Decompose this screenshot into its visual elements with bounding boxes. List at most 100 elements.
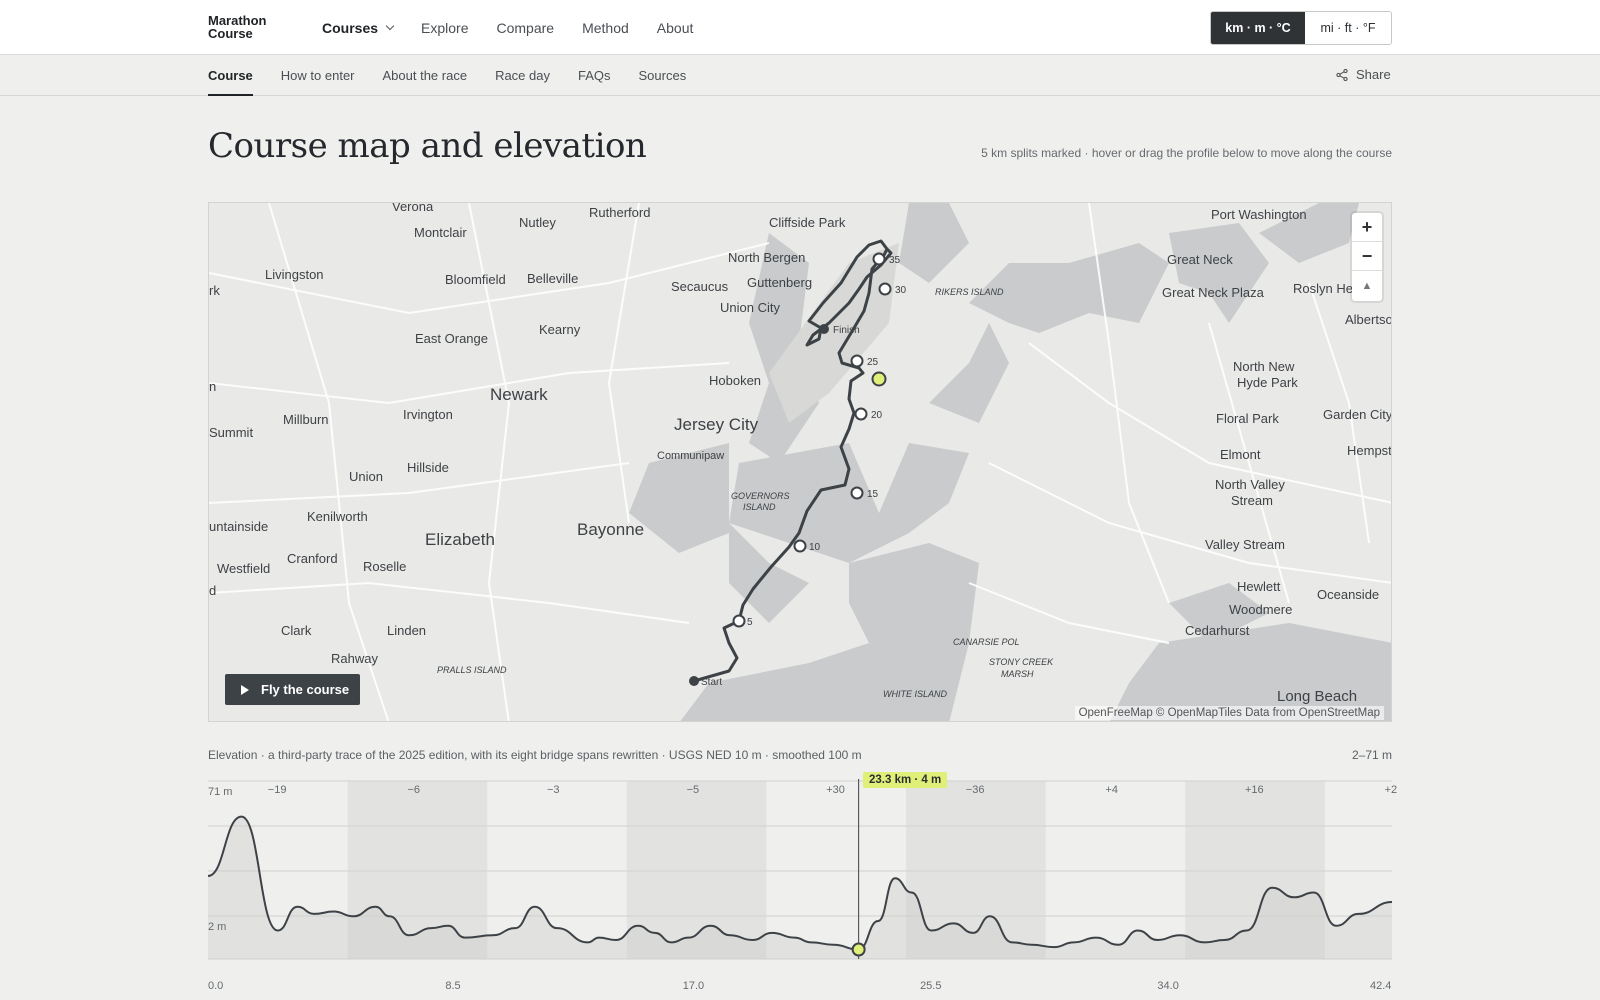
place-cranford: Cranford <box>287 551 338 566</box>
place-hewlett: Hewlett <box>1237 579 1281 594</box>
zoom-controls: + − ▲ <box>1352 213 1382 301</box>
brand-logo[interactable]: Marathon Course <box>208 14 267 40</box>
place-woodmere: Woodmere <box>1229 602 1292 617</box>
share-button[interactable]: Share <box>1336 67 1391 82</box>
place-westfield: Westfield <box>217 561 270 576</box>
marker-label-25: 25 <box>867 357 879 368</box>
reset-north-button[interactable]: ▲ <box>1352 271 1382 300</box>
unit-imperial-button[interactable]: mi · ft · °F <box>1305 12 1391 44</box>
elevation-chart[interactable] <box>208 779 1392 1000</box>
place-millburn: Millburn <box>283 412 329 427</box>
bridge-delta-label: −6 <box>407 784 420 796</box>
tab-course[interactable]: Course <box>208 55 253 96</box>
place-hyde-park: Hyde Park <box>1237 375 1298 390</box>
nav-courses[interactable]: Courses <box>322 19 395 36</box>
place-union-city: Union City <box>720 300 780 315</box>
zoom-out-button[interactable]: − <box>1352 242 1382 271</box>
marker-label-35: 35 <box>889 255 901 266</box>
tab-faqs[interactable]: FAQs <box>578 55 611 96</box>
tab-about-race[interactable]: About the race <box>383 55 468 96</box>
place-long-beach: Long Beach <box>1277 688 1357 705</box>
tab-sources[interactable]: Sources <box>639 55 687 96</box>
elevation-range: 2–71 m <box>1351 748 1392 762</box>
fly-course-label: Fly the course <box>261 682 350 697</box>
page-title: Course map and elevation <box>208 126 647 166</box>
place-canarsie: CANARSIE POL <box>953 637 1020 647</box>
unit-toggle: km · m · °C mi · ft · °F <box>1210 11 1392 45</box>
km-marker-35[interactable] <box>872 252 886 266</box>
fly-course-button[interactable]: Fly the course <box>225 674 360 705</box>
finish-label: Finish <box>833 325 860 336</box>
chevron-down-icon <box>385 21 395 30</box>
place-linden: Linden <box>387 623 426 638</box>
place-governors: GOVERNORS <box>731 491 790 501</box>
nav-compare[interactable]: Compare <box>497 20 555 36</box>
main-nav: Courses Explore Compare Method About <box>322 0 721 55</box>
brand-line-2: Course <box>208 26 253 41</box>
place-union: Union <box>349 469 383 484</box>
place-d: d <box>209 583 216 598</box>
bridge-delta-label: +16 <box>1245 784 1264 796</box>
bridge-delta-label: +2 <box>1384 784 1398 796</box>
place-marsh: MARSH <box>1001 669 1034 679</box>
x-tick-label: 34.0 <box>1157 980 1179 992</box>
place-north-new: North New <box>1233 359 1295 374</box>
place-roslyn: Roslyn He <box>1293 281 1353 296</box>
km-marker-20[interactable] <box>854 407 868 421</box>
zoom-in-button[interactable]: + <box>1352 213 1382 242</box>
page-hint: 5 km splits marked · hover or drag the p… <box>981 146 1392 160</box>
km-marker-5[interactable] <box>732 614 746 628</box>
nav-courses-label: Courses <box>322 19 379 36</box>
nav-about[interactable]: About <box>657 20 694 36</box>
elevation-profile[interactable] <box>208 779 1392 1000</box>
elevation-caption: Elevation · a third-party trace of the 2… <box>208 748 862 762</box>
share-icon <box>1336 68 1348 81</box>
sub-nav: Course How to enter About the race Race … <box>208 55 714 96</box>
marker-label-20: 20 <box>871 410 883 421</box>
place-irvington: Irvington <box>403 407 453 422</box>
nav-explore[interactable]: Explore <box>421 20 468 36</box>
x-tick-label: 42.4 <box>1370 980 1392 992</box>
place-rahway: Rahway <box>331 651 378 666</box>
x-tick-label: 8.5 <box>445 980 461 992</box>
place-verona: Verona <box>392 203 434 214</box>
marker-label-15: 15 <box>867 489 879 500</box>
course-map[interactable]: 5 10 15 20 25 30 35 Start Finish Verona … <box>208 202 1392 722</box>
place-north-bergen: North Bergen <box>728 250 805 265</box>
map-canvas[interactable]: 5 10 15 20 25 30 35 Start Finish Verona … <box>209 203 1392 722</box>
marker-label-30: 30 <box>895 285 907 296</box>
km-marker-25[interactable] <box>850 354 864 368</box>
place-elizabeth: Elizabeth <box>425 530 495 549</box>
place-great-neck: Great Neck <box>1167 252 1233 267</box>
km-marker-10[interactable] <box>793 539 807 553</box>
finish-marker[interactable] <box>819 324 829 334</box>
place-jersey-city: Jersey City <box>674 415 759 434</box>
position-marker[interactable] <box>871 371 887 387</box>
unit-metric-button[interactable]: km · m · °C <box>1211 12 1305 44</box>
place-mountainside: untainside <box>209 519 268 534</box>
place-east-orange: East Orange <box>415 331 488 346</box>
bridge-delta-label: −3 <box>547 784 560 796</box>
marker-label-5: 5 <box>747 617 753 628</box>
map-attribution[interactable]: OpenFreeMap © OpenMapTiles Data from Ope… <box>1074 706 1384 720</box>
bridge-delta-label: −5 <box>686 784 700 796</box>
place-livingston: Livingston <box>265 267 324 282</box>
place-kearny: Kearny <box>539 322 581 337</box>
km-marker-15[interactable] <box>850 486 864 500</box>
nav-method[interactable]: Method <box>582 20 629 36</box>
bridge-delta-label: −19 <box>267 784 287 796</box>
place-albertson: Albertson <box>1345 312 1392 327</box>
start-marker[interactable] <box>689 676 699 686</box>
tab-race-day[interactable]: Race day <box>495 55 550 96</box>
y-label-top: 71 m <box>208 786 233 798</box>
place-n: n <box>209 379 216 394</box>
km-marker-30[interactable] <box>878 282 892 296</box>
place-nutley: Nutley <box>519 215 556 230</box>
x-tick-label: 0.0 <box>208 980 224 992</box>
place-stream: Stream <box>1231 493 1273 508</box>
cursor-point[interactable] <box>851 942 866 957</box>
place-roselle: Roselle <box>363 559 406 574</box>
tab-how-to-enter[interactable]: How to enter <box>281 55 355 96</box>
place-kenilworth: Kenilworth <box>307 509 368 524</box>
cursor-readout: 23.3 km · 4 m <box>863 772 948 788</box>
